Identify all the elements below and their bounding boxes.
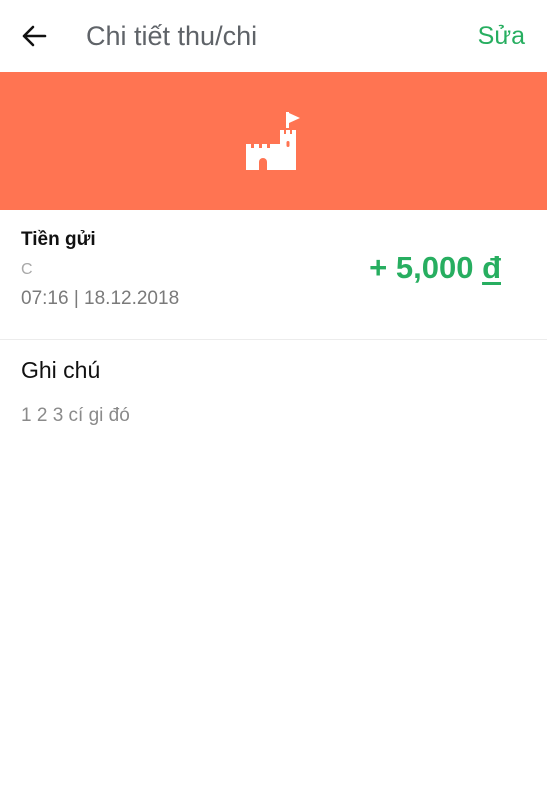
back-button[interactable] (10, 12, 58, 60)
transaction-summary: Tiền gửi C 07:16 | 18.12.2018 + 5,000 đ (0, 210, 547, 340)
page-title: Chi tiết thu/chi (86, 21, 258, 51)
transaction-wallet: C (21, 261, 33, 278)
app-bar: Chi tiết thu/chi Sửa (0, 0, 547, 72)
transaction-amount: + 5,000 đ (369, 250, 501, 286)
note-text: 1 2 3 cí gi đó (21, 405, 130, 426)
currency-symbol: đ (482, 250, 501, 285)
castle-icon (245, 112, 300, 170)
arrow-left-icon (22, 25, 47, 47)
transaction-category: Tiền gửi (21, 229, 96, 250)
category-banner (0, 72, 547, 210)
amount-value: + 5,000 (369, 250, 474, 285)
note-heading: Ghi chú (21, 357, 101, 383)
edit-button[interactable]: Sửa (478, 0, 525, 72)
transaction-datetime: 07:16 | 18.12.2018 (21, 288, 180, 309)
